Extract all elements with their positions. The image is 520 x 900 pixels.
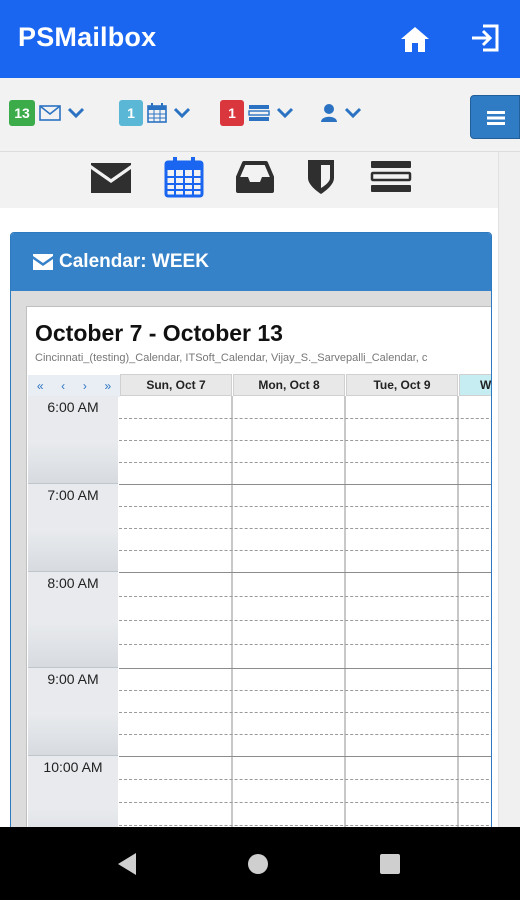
tasks-list-icon <box>248 105 270 121</box>
scrollbar[interactable] <box>498 152 520 827</box>
calendar-dropdown[interactable]: 1 <box>119 100 191 126</box>
toolbar: 13 1 1 <box>0 78 520 152</box>
tasks-dropdown[interactable]: 1 <box>220 100 294 126</box>
time-column: 6:00 AM 7:00 AM 8:00 AM 9:00 AM 10:00 AM <box>28 396 118 831</box>
back-icon[interactable] <box>114 851 138 877</box>
time-label: 7:00 AM <box>47 487 99 503</box>
card-header: Calendar: WEEK <box>11 233 491 291</box>
calendar-count-badge: 1 <box>119 100 143 126</box>
mail-dropdown[interactable]: 13 <box>9 100 85 126</box>
time-label: 9:00 AM <box>47 671 99 687</box>
chevron-down-icon <box>276 107 294 119</box>
time-slot: 6:00 AM <box>28 396 118 484</box>
logout-icon[interactable] <box>469 22 501 54</box>
week-calendar: October 7 - October 13 Cincinnati_(testi… <box>26 306 491 831</box>
tasks-count-badge: 1 <box>220 100 244 126</box>
calendars-list: Cincinnati_(testing)_Calendar, ITSoft_Ca… <box>35 352 428 364</box>
card-title: Calendar: WEEK <box>59 251 209 272</box>
envelope-icon <box>33 254 53 270</box>
first-week-button[interactable]: « <box>37 379 44 393</box>
chevron-down-icon <box>67 107 85 119</box>
chevron-down-icon <box>173 107 191 119</box>
calendar-icon <box>147 103 167 123</box>
user-icon <box>321 104 337 122</box>
shield-icon[interactable] <box>306 158 336 196</box>
time-grid[interactable] <box>119 396 491 831</box>
time-slot: 10:00 AM <box>28 756 118 831</box>
next-week-button[interactable]: › <box>83 379 87 393</box>
menu-button[interactable] <box>470 95 520 139</box>
app-bar: PSMailbox <box>0 0 520 78</box>
mail-count-badge: 13 <box>9 100 35 126</box>
time-label: 6:00 AM <box>47 399 99 415</box>
prev-week-button[interactable]: ‹ <box>61 379 65 393</box>
recents-icon[interactable] <box>378 852 402 876</box>
day-header-wed[interactable]: W <box>459 374 491 396</box>
day-header-tue[interactable]: Tue, Oct 9 <box>346 374 458 396</box>
week-navigation: « ‹ › » <box>28 375 120 397</box>
envelope-icon <box>39 105 61 121</box>
mail-icon[interactable] <box>90 161 132 195</box>
hamburger-icon <box>487 111 505 125</box>
time-slot: 9:00 AM <box>28 668 118 756</box>
date-range-title: October 7 - October 13 <box>35 320 283 346</box>
user-dropdown[interactable] <box>320 100 362 126</box>
day-header-mon[interactable]: Mon, Oct 8 <box>233 374 345 396</box>
system-nav-bar <box>0 827 520 900</box>
app-title: PSMailbox <box>18 22 157 52</box>
list-icon[interactable] <box>370 160 412 194</box>
inbox-icon[interactable] <box>236 160 274 194</box>
home-icon[interactable] <box>399 24 431 54</box>
last-week-button[interactable]: » <box>104 379 111 393</box>
day-header-sun[interactable]: Sun, Oct 7 <box>120 374 232 396</box>
calendar-icon[interactable] <box>164 156 204 198</box>
time-label: 10:00 AM <box>43 759 103 775</box>
home-circle-icon[interactable] <box>246 852 270 876</box>
time-slot: 8:00 AM <box>28 572 118 668</box>
time-slot: 7:00 AM <box>28 484 118 572</box>
module-icons-row <box>0 152 500 208</box>
calendar-card: Calendar: WEEK October 7 - October 13 Ci… <box>10 232 492 832</box>
chevron-down-icon <box>344 107 362 119</box>
time-label: 8:00 AM <box>47 575 99 591</box>
